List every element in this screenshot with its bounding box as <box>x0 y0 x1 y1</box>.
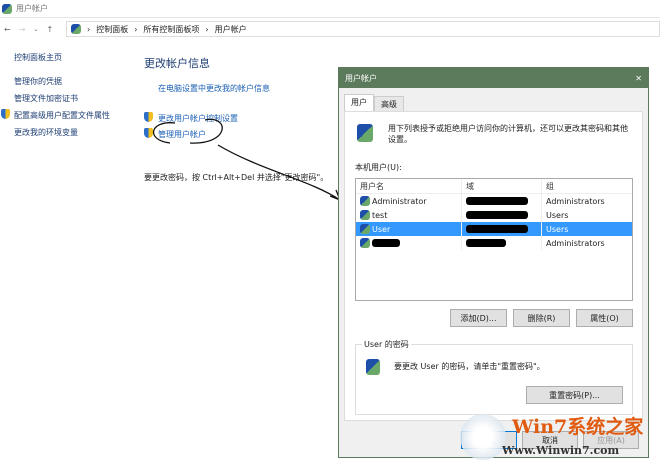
user-icon <box>360 238 370 248</box>
close-icon[interactable]: ✕ <box>635 74 642 83</box>
user-name: User <box>372 224 391 234</box>
user-group: Administrators <box>541 236 632 250</box>
add-button[interactable]: 添加(D)... <box>450 309 507 327</box>
column-header-name[interactable]: 用户名 <box>356 181 461 192</box>
user-icon <box>360 224 370 234</box>
column-header-group[interactable]: 组 <box>541 179 632 193</box>
windows-logo-icon <box>460 414 506 460</box>
user-group: Administrators <box>541 194 632 208</box>
intro-text: 用下列表授予或拒绝用户访问你的计算机，还可以更改其密码和其他设置。 <box>388 124 628 144</box>
user-name: Administrator <box>372 196 427 206</box>
user-icon <box>360 210 370 220</box>
redaction <box>372 239 400 247</box>
redaction <box>466 211 528 219</box>
user-key-icon <box>366 359 380 375</box>
table-row[interactable]: Administrators <box>356 236 632 250</box>
watermark-brand: Win7系统之家 <box>512 416 644 438</box>
redaction <box>466 225 528 233</box>
watermark-url: Www.Winwin7.com <box>502 444 620 457</box>
table-row[interactable]: Administrator Administrators <box>356 194 632 208</box>
password-group: User 的密码 要更改 User 的密码，请单击"重置密码"。 重置密码(P)… <box>355 339 633 415</box>
properties-button[interactable]: 属性(O) <box>576 309 633 327</box>
table-row[interactable]: test Users <box>356 208 632 222</box>
user-icon <box>360 196 370 206</box>
user-group: Users <box>541 222 632 236</box>
user-accounts-dialog: 用户帐户 ✕ 用户 高级 用下列表授予或拒绝用户访问你的计算机，还可以更改其密码… <box>338 67 649 458</box>
list-label: 本机用户(U): <box>355 163 402 172</box>
remove-button[interactable]: 删除(R) <box>513 309 570 327</box>
password-group-label: User 的密码 <box>362 339 411 350</box>
users-panel: 用下列表授予或拒绝用户访问你的计算机，还可以更改其密码和其他设置。 本机用户(U… <box>344 111 643 421</box>
redaction <box>466 197 528 205</box>
dialog-titlebar: 用户帐户 ✕ <box>339 68 648 88</box>
password-text: 要更改 User 的密码，请单击"重置密码"。 <box>394 362 545 371</box>
table-row-selected[interactable]: User Users <box>356 222 632 236</box>
users-list[interactable]: 用户名 域 组 Administrator Administrators test… <box>355 178 633 301</box>
reset-password-button[interactable]: 重置密码(P)... <box>526 386 623 404</box>
redaction <box>466 239 506 247</box>
watermark-logo: Win7系统之家 Www.Winwin7.com <box>460 410 660 462</box>
user-name: test <box>372 210 388 220</box>
users-icon <box>357 124 373 142</box>
user-group: Users <box>541 208 632 222</box>
dialog-title: 用户帐户 <box>345 73 377 83</box>
column-header-domain[interactable]: 域 <box>461 179 541 193</box>
